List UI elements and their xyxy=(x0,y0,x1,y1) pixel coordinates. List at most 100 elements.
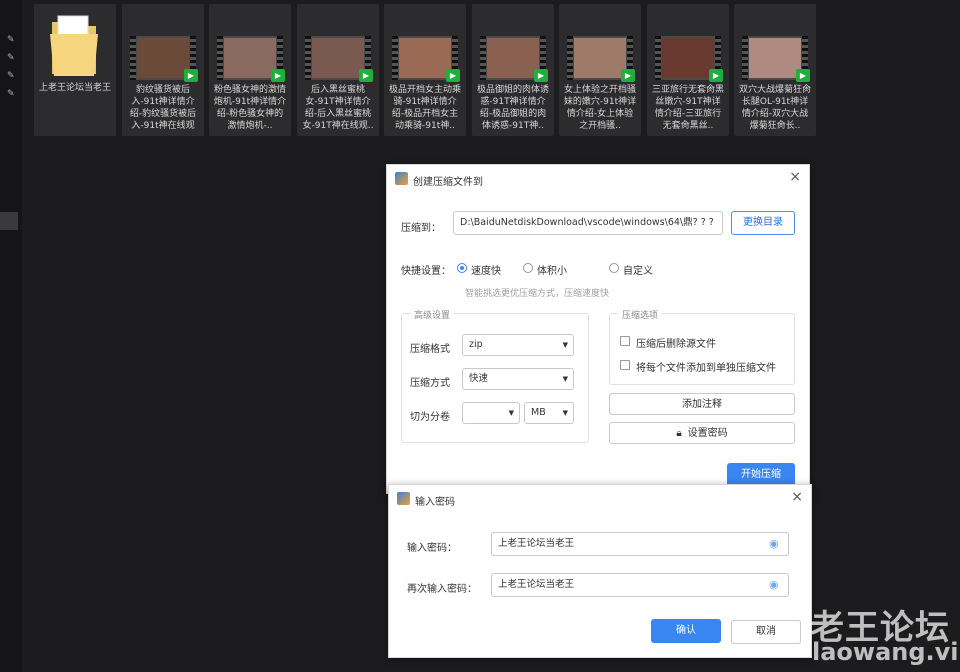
close-icon[interactable]: × xyxy=(791,489,803,505)
method-select[interactable]: 快速 ▼ xyxy=(462,368,574,390)
thumbnail-image xyxy=(137,38,189,78)
repeat-password-label: 再次输入密码： xyxy=(407,584,477,595)
video-thumbnail: ▶ xyxy=(480,36,548,82)
chevron-down-icon: ▼ xyxy=(508,409,514,417)
radio-speed[interactable] xyxy=(457,263,467,273)
play-icon: ▶ xyxy=(359,69,373,82)
password-input[interactable]: 上老王论坛当老王 xyxy=(491,532,789,556)
file-name: 双穴大战爆菊狂肏长腿OL-91t神详情介绍-双穴大战爆菊狂肏长.. xyxy=(738,85,811,131)
confirm-button[interactable]: 确认 xyxy=(651,619,721,643)
video-thumbnail: ▶ xyxy=(392,36,460,82)
chevron-down-icon: ▼ xyxy=(562,409,568,417)
thumbnail-image xyxy=(574,38,626,78)
thumbnail-image xyxy=(399,38,451,78)
cancel-button[interactable]: 取消 xyxy=(731,620,801,644)
thumbnail-image xyxy=(487,38,539,78)
video-file-item[interactable]: ▶ 极品御姐的肉体诱惑-91T神详情介绍-极品御姐的肉体诱惑-91T神.. xyxy=(472,4,554,136)
video-file-item[interactable]: ▶ 粉色骚女神的激情炮机-91t神详情介绍-粉色骚女神的激情炮机-.. xyxy=(209,4,291,136)
pin-icon[interactable]: ✎ xyxy=(7,36,15,45)
compress-dialog: 创建压缩文件到 × 压缩到： D:\BaiduNetdiskDownload\v… xyxy=(386,164,810,494)
file-name: 豹纹骚货被后入-91t神详情介绍-豹纹骚货被后入-91t神在线观看.. xyxy=(129,85,197,131)
set-password-button[interactable]: 🔒︎ 设置密码 xyxy=(609,422,795,444)
rail-tab[interactable] xyxy=(0,212,18,230)
format-value: zip xyxy=(469,339,483,350)
file-name: 极品开档女主动乘骑-91t神详情介绍-极品开档女主动乘骑-91t神.. xyxy=(388,85,461,131)
option-custom-label: 自定义 xyxy=(623,266,653,277)
dialog-title: 创建压缩文件到 xyxy=(413,177,483,188)
split-unit-value: MB xyxy=(531,407,546,418)
thumbnail-image xyxy=(224,38,276,78)
video-file-item[interactable]: ▶ 后入黑丝蜜桃女-91T神详情介绍-后入黑丝蜜桃女-91T神在线观.. xyxy=(297,4,379,136)
chevron-down-icon: ▼ xyxy=(562,375,568,383)
compress-options-title: 压缩选项 xyxy=(618,308,663,321)
thumbnail-image xyxy=(662,38,714,78)
format-label: 压缩格式 xyxy=(410,344,450,355)
file-name: 三亚旅行无套肏黑丝嫩穴-91T神详情介绍-三亚旅行无套肏黑丝.. xyxy=(651,85,724,131)
radio-size[interactable] xyxy=(523,263,533,273)
option-hint: 智能挑选更优压缩方式，压缩速度快 xyxy=(465,289,610,299)
password-dialog: 输入密码 × 输入密码： 上老王论坛当老王 ◉ 再次输入密码： 上老王论坛当老王… xyxy=(388,484,812,658)
method-label: 压缩方式 xyxy=(410,378,450,389)
app-icon xyxy=(397,492,410,505)
video-thumbnail: ▶ xyxy=(217,36,285,82)
advanced-settings-group: 高级设置 压缩格式 zip ▼ 压缩方式 快速 ▼ 切为分卷 ▼ MB ▼ xyxy=(401,308,589,443)
pin-icon[interactable]: ✎ xyxy=(7,54,15,63)
watermark-url: laowang.vip xyxy=(812,638,960,666)
video-thumbnail: ▶ xyxy=(305,36,373,82)
video-file-item[interactable]: ▶ 女上体验之开档骚妹的嫩穴-91t神详情介绍-女上体验之开档骚.. xyxy=(559,4,641,136)
file-name: 后入黑丝蜜桃女-91T神详情介绍-后入黑丝蜜桃女-91T神在线观.. xyxy=(302,85,374,131)
left-rail: ✎ ✎ ✎ ✎ xyxy=(0,0,22,672)
play-icon: ▶ xyxy=(709,69,723,82)
compress-options-group: 压缩选项 压缩后删除源文件 将每个文件添加到单独压缩文件 xyxy=(609,308,795,385)
pin-icon[interactable]: ✎ xyxy=(7,90,15,99)
delete-source-checkbox[interactable] xyxy=(620,336,630,346)
folder-item[interactable]: 上老王论坛当老王 xyxy=(34,4,116,136)
play-icon: ▶ xyxy=(534,69,548,82)
eye-icon[interactable]: ◉ xyxy=(769,578,779,591)
video-thumbnail: ▶ xyxy=(655,36,723,82)
eye-icon[interactable]: ◉ xyxy=(769,537,779,550)
play-icon: ▶ xyxy=(446,69,460,82)
delete-source-label: 压缩后删除源文件 xyxy=(636,339,716,350)
method-value: 快速 xyxy=(469,373,489,384)
play-icon: ▶ xyxy=(621,69,635,82)
file-name: 极品御姐的肉体诱惑-91T神详情介绍-极品御姐的肉体诱惑-91T神.. xyxy=(476,85,549,131)
app-icon xyxy=(395,172,408,185)
path-label: 压缩到： xyxy=(401,223,441,234)
split-size-select[interactable]: ▼ xyxy=(462,402,520,424)
quick-settings-label: 快捷设置： xyxy=(401,266,451,277)
video-file-item[interactable]: ▶ 极品开档女主动乘骑-91t神详情介绍-极品开档女主动乘骑-91t神.. xyxy=(384,4,466,136)
option-speed-label: 速度快 xyxy=(471,266,501,277)
repeat-password-input[interactable]: 上老王论坛当老王 xyxy=(491,573,789,597)
thumbnail-image xyxy=(749,38,801,78)
add-comment-button[interactable]: 添加注释 xyxy=(609,393,795,415)
radio-custom[interactable] xyxy=(609,263,619,273)
video-file-item[interactable]: ▶ 豹纹骚货被后入-91t神详情介绍-豹纹骚货被后入-91t神在线观看.. xyxy=(122,4,204,136)
file-name: 粉色骚女神的激情炮机-91t神详情介绍-粉色骚女神的激情炮机-.. xyxy=(213,85,287,131)
play-icon: ▶ xyxy=(184,69,198,82)
chevron-down-icon: ▼ xyxy=(562,341,568,349)
split-unit-select[interactable]: MB ▼ xyxy=(524,402,574,424)
pin-icon[interactable]: ✎ xyxy=(7,72,15,81)
close-icon[interactable]: × xyxy=(789,169,801,185)
dialog-title: 输入密码 xyxy=(415,497,455,508)
set-password-label: 设置密码 xyxy=(687,428,728,439)
path-input[interactable]: D:\BaiduNetdiskDownload\vscode\windows\6… xyxy=(453,211,723,235)
video-file-item[interactable]: ▶ 三亚旅行无套肏黑丝嫩穴-91T神详情介绍-三亚旅行无套肏黑丝.. xyxy=(647,4,729,136)
separate-archive-label: 将每个文件添加到单独压缩文件 xyxy=(636,363,776,374)
separate-archive-checkbox[interactable] xyxy=(620,360,630,370)
format-select[interactable]: zip ▼ xyxy=(462,334,574,356)
file-name: 女上体验之开档骚妹的嫩穴-91t神详情介绍-女上体验之开档骚.. xyxy=(563,85,637,131)
lock-icon: 🔒︎ xyxy=(676,428,682,439)
split-label: 切为分卷 xyxy=(410,412,450,423)
video-thumbnail: ▶ xyxy=(567,36,635,82)
folder-icon xyxy=(50,15,98,76)
play-icon: ▶ xyxy=(796,69,810,82)
video-thumbnail: ▶ xyxy=(742,36,810,82)
play-icon: ▶ xyxy=(271,69,285,82)
change-dir-button[interactable]: 更换目录 xyxy=(731,211,795,235)
thumbnail-image xyxy=(312,38,364,78)
option-size-label: 体积小 xyxy=(537,266,567,277)
video-file-item[interactable]: ▶ 双穴大战爆菊狂肏长腿OL-91t神详情介绍-双穴大战爆菊狂肏长.. xyxy=(734,4,816,136)
password-label: 输入密码： xyxy=(407,543,457,554)
